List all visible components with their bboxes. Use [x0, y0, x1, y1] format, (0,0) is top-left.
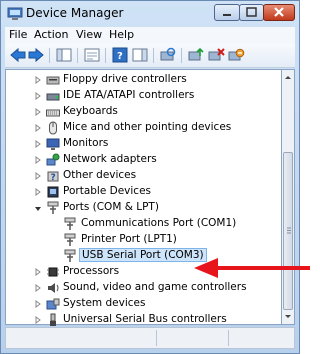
update-driver-icon[interactable] [187, 47, 205, 63]
uninstall-icon[interactable] [207, 47, 225, 63]
vertical-scrollbar[interactable] [282, 69, 295, 325]
tree-item-label: Portable Devices [63, 185, 152, 197]
maximize-button[interactable] [239, 4, 264, 21]
status-bar-divider [228, 330, 229, 346]
menu-help[interactable]: Help [109, 28, 134, 41]
mouse-icon [49, 121, 57, 135]
scroll-up-arrow-icon[interactable] [282, 72, 294, 83]
tree-item-label: Sound, video and game controllers [63, 281, 247, 293]
expand-arrow-icon[interactable] [34, 315, 42, 325]
expand-arrow-icon[interactable] [34, 91, 42, 101]
port-connector-icon [47, 201, 59, 214]
tree-item-label: Communications Port (COM1) [81, 217, 237, 229]
monitor-icon [46, 138, 60, 150]
tree-item-label: System devices [63, 297, 146, 309]
close-icon [274, 7, 284, 17]
ide-controller-icon [46, 93, 60, 101]
toolbar-separator [105, 48, 106, 63]
menu-bar: File Action View Help [5, 27, 295, 44]
properties-icon[interactable] [83, 47, 101, 63]
tree-item-label: Mice and other pointing devices [63, 121, 232, 133]
svg-text:?: ? [51, 173, 56, 183]
red-arrow-annotation [194, 258, 310, 278]
expand-arrow-icon[interactable] [34, 283, 42, 293]
unknown-device-icon: ? [47, 171, 59, 183]
toolbar-separator [77, 48, 78, 63]
expand-arrow-icon[interactable] [34, 187, 42, 197]
usb-controller-icon [50, 313, 56, 326]
show-action-pane-icon[interactable] [131, 47, 149, 63]
show-hide-console-tree-icon[interactable] [55, 47, 73, 63]
forward-icon[interactable] [27, 47, 45, 63]
keyboard-icon [46, 109, 60, 117]
tree-item-label: Printer Port (LPT1) [81, 233, 177, 245]
expand-arrow-icon[interactable] [34, 299, 42, 309]
portable-device-icon [47, 186, 59, 198]
device-tree: Floppy drive controllers IDE ATA/ATAPI c… [5, 69, 282, 326]
processor-icon [47, 267, 59, 277]
system-device-icon [46, 298, 60, 310]
maximize-icon [246, 7, 257, 17]
tree-item-label: Keyboards [63, 105, 118, 117]
title-bar[interactable]: Device Manager [1, 1, 299, 27]
menu-action[interactable]: Action [34, 28, 68, 41]
speaker-icon [48, 283, 59, 293]
tree-item-label: Universal Serial Bus controllers [63, 313, 227, 325]
collapse-arrow-icon[interactable] [34, 203, 42, 213]
tree-item-label: Other devices [63, 169, 137, 181]
status-bar [5, 327, 295, 349]
grip-icon [287, 227, 291, 234]
toolbar-separator [153, 48, 154, 63]
expand-arrow-icon[interactable] [34, 267, 42, 277]
help-icon[interactable]: ? [111, 47, 129, 63]
tree-item-label: Ports (COM & LPT) [63, 201, 159, 213]
expand-arrow-icon[interactable] [34, 107, 42, 117]
floppy-drive-icon [46, 76, 60, 85]
expand-arrow-icon[interactable] [34, 75, 42, 85]
menu-view[interactable]: View [76, 28, 102, 41]
menu-file[interactable]: File [9, 28, 27, 41]
tree-item-label: Network adapters [63, 153, 157, 165]
toolbar: ? [5, 44, 295, 68]
tree-item-label: Floppy drive controllers [63, 73, 187, 85]
toolbar-separator [181, 48, 182, 63]
status-bar-divider [156, 330, 157, 346]
back-icon[interactable] [9, 47, 27, 63]
minimize-button[interactable] [214, 4, 240, 21]
tree-item-label: Processors [63, 265, 120, 277]
port-connector-icon [64, 233, 76, 246]
port-connector-icon [64, 217, 76, 230]
expand-arrow-icon[interactable] [34, 139, 42, 149]
toolbar-separator [49, 48, 50, 63]
device-manager-icon [7, 7, 23, 20]
tree-item-label: Monitors [63, 137, 109, 149]
expand-arrow-icon[interactable] [34, 155, 42, 165]
window-title: Device Manager [26, 6, 124, 20]
close-button[interactable] [263, 4, 295, 21]
port-connector-icon [64, 249, 76, 262]
svg-text:?: ? [117, 51, 123, 62]
scroll-down-arrow-icon[interactable] [282, 311, 294, 322]
scan-hardware-changes-icon[interactable] [159, 47, 177, 63]
expand-arrow-icon[interactable] [34, 123, 42, 133]
disable-icon[interactable] [227, 47, 245, 63]
scrollbar-thumb[interactable] [283, 152, 293, 310]
expand-arrow-icon[interactable] [34, 171, 42, 181]
tree-item-label-selected: USB Serial Port (COM3) [79, 248, 207, 262]
tree-item-label: IDE ATA/ATAPI controllers [63, 89, 195, 101]
device-manager-window: Device Manager File Action View Help ? F… [0, 0, 300, 354]
minimize-icon [223, 14, 231, 16]
network-adapter-icon [46, 153, 60, 166]
